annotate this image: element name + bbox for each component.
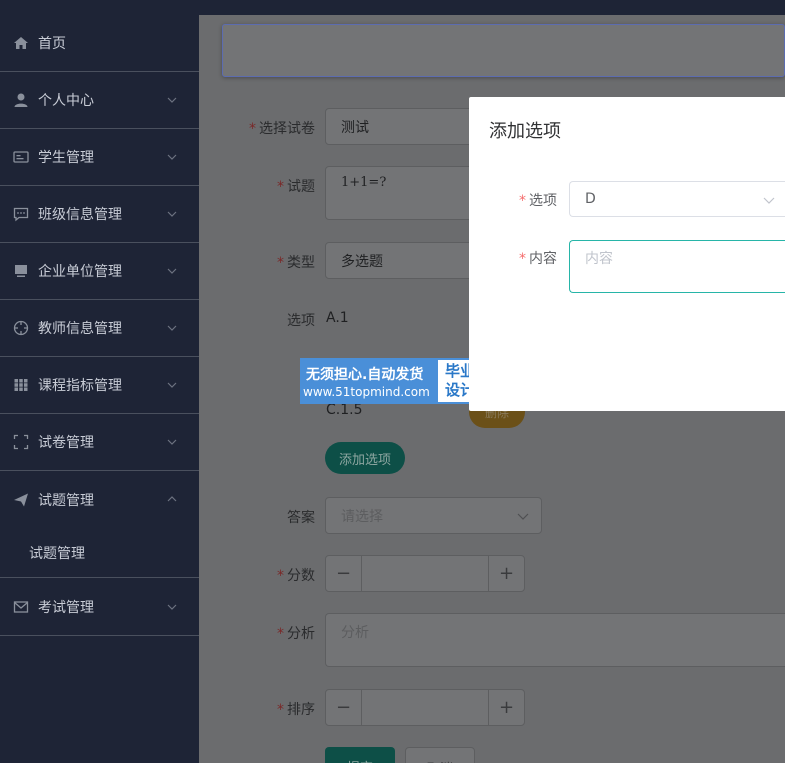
watermark-text-box: 无须担心.自动发货 www.51topmind.com bbox=[300, 358, 436, 404]
chevron-down-icon bbox=[167, 97, 177, 103]
sidebar-item-companies[interactable]: 企业单位管理 bbox=[0, 243, 199, 300]
top-breadcrumb-bar bbox=[222, 24, 785, 77]
watermark-url: www.51topmind.com bbox=[303, 385, 430, 399]
dialog-content-label: * 内容 bbox=[519, 251, 557, 267]
fullscreen-icon bbox=[13, 434, 29, 450]
chevron-down-icon bbox=[167, 382, 177, 388]
sidebar: 首页 个人中心 学生管理 班级信息管理 企业单位管理 教师信息管理 课程指标管理… bbox=[0, 0, 199, 763]
options-label: 选项 bbox=[287, 313, 315, 329]
sidebar-item-label: 首页 bbox=[38, 36, 66, 52]
decrement-button[interactable]: − bbox=[326, 690, 362, 725]
chevron-up-icon bbox=[167, 496, 177, 502]
option-item: C.1.5 bbox=[326, 402, 363, 418]
type-label: * 类型 bbox=[277, 255, 315, 271]
decrement-button[interactable]: − bbox=[326, 556, 362, 591]
answer-select[interactable]: 请选择 bbox=[325, 497, 542, 534]
add-option-button[interactable]: 添加选项 bbox=[325, 442, 405, 474]
sidebar-item-students[interactable]: 学生管理 bbox=[0, 129, 199, 186]
sidebar-subitem-label: 试题管理 bbox=[29, 546, 85, 562]
monitor-icon bbox=[13, 263, 29, 279]
sidebar-item-label: 课程指标管理 bbox=[38, 378, 122, 394]
sidebar-item-label: 企业单位管理 bbox=[38, 264, 122, 280]
sidebar-item-label: 学生管理 bbox=[38, 150, 94, 166]
sidebar-item-papers[interactable]: 试卷管理 bbox=[0, 414, 199, 471]
home-icon bbox=[13, 35, 29, 51]
cancel-button[interactable]: 取消 bbox=[405, 747, 475, 763]
add-option-dialog: 添加选项 * 选项 D * 内容 内容 bbox=[469, 97, 785, 411]
chevron-down-icon bbox=[167, 268, 177, 274]
mail-icon bbox=[13, 599, 29, 615]
sidebar-item-teachers[interactable]: 教师信息管理 bbox=[0, 300, 199, 357]
sidebar-item-courses[interactable]: 课程指标管理 bbox=[0, 357, 199, 414]
sidebar-item-label: 试题管理 bbox=[38, 492, 94, 509]
score-stepper[interactable]: − + bbox=[325, 555, 525, 592]
sidebar-item-label: 教师信息管理 bbox=[38, 321, 122, 337]
analysis-label: * 分析 bbox=[277, 626, 315, 642]
type-select[interactable]: 多选题 bbox=[325, 242, 475, 279]
sort-label: * 排序 bbox=[277, 702, 315, 718]
chevron-down-icon bbox=[167, 211, 177, 217]
increment-button[interactable]: + bbox=[488, 690, 524, 725]
sort-stepper[interactable]: − + bbox=[325, 689, 525, 726]
watermark-line1: 无须担心.自动发货 bbox=[306, 367, 424, 383]
id-card-icon bbox=[13, 149, 29, 165]
sidebar-item-classes[interactable]: 班级信息管理 bbox=[0, 186, 199, 243]
send-icon bbox=[13, 492, 29, 508]
sidebar-item-label: 个人中心 bbox=[38, 93, 94, 109]
dialog-option-label: * 选项 bbox=[519, 193, 557, 209]
chevron-down-icon bbox=[167, 439, 177, 445]
question-textarea[interactable]: 1+1=? bbox=[325, 166, 475, 220]
sidebar-subitem-questions[interactable]: 试题管理 bbox=[0, 528, 199, 578]
increment-button[interactable]: + bbox=[488, 556, 524, 591]
chevron-down-icon bbox=[763, 197, 775, 204]
answer-label: 答案 bbox=[287, 510, 315, 526]
target-icon bbox=[13, 320, 29, 336]
sidebar-item-label: 考试管理 bbox=[38, 600, 94, 616]
submit-button[interactable]: 提交 bbox=[325, 747, 395, 763]
sidebar-item-profile[interactable]: 个人中心 bbox=[0, 72, 199, 129]
paper-label: * 选择试卷 bbox=[249, 121, 315, 137]
chat-icon bbox=[13, 206, 29, 222]
user-icon bbox=[13, 92, 29, 108]
dialog-option-select[interactable]: D bbox=[569, 181, 785, 217]
sidebar-item-home[interactable]: 首页 bbox=[0, 15, 199, 72]
score-label: * 分数 bbox=[277, 568, 315, 584]
sidebar-item-questions[interactable]: 试题管理 bbox=[0, 471, 199, 528]
analysis-textarea[interactable]: 分析 bbox=[325, 613, 785, 667]
chevron-down-icon bbox=[167, 154, 177, 160]
dialog-title: 添加选项 bbox=[489, 121, 561, 142]
sidebar-item-label: 班级信息管理 bbox=[38, 207, 122, 223]
paper-select[interactable]: 测试 bbox=[325, 108, 475, 145]
dialog-content-textarea[interactable]: 内容 bbox=[569, 240, 785, 293]
chevron-down-icon bbox=[167, 325, 177, 331]
question-label: * 试题 bbox=[277, 179, 315, 195]
chevron-down-icon bbox=[167, 604, 177, 610]
grid-icon bbox=[13, 377, 29, 393]
sidebar-item-label: 试卷管理 bbox=[38, 435, 94, 451]
option-item: A.1 bbox=[326, 310, 349, 326]
watermark-badge: 无须担心.自动发货 www.51topmind.com 毕业 设计 bbox=[300, 358, 484, 404]
chevron-down-icon bbox=[517, 513, 529, 520]
sidebar-item-exams[interactable]: 考试管理 bbox=[0, 579, 199, 636]
